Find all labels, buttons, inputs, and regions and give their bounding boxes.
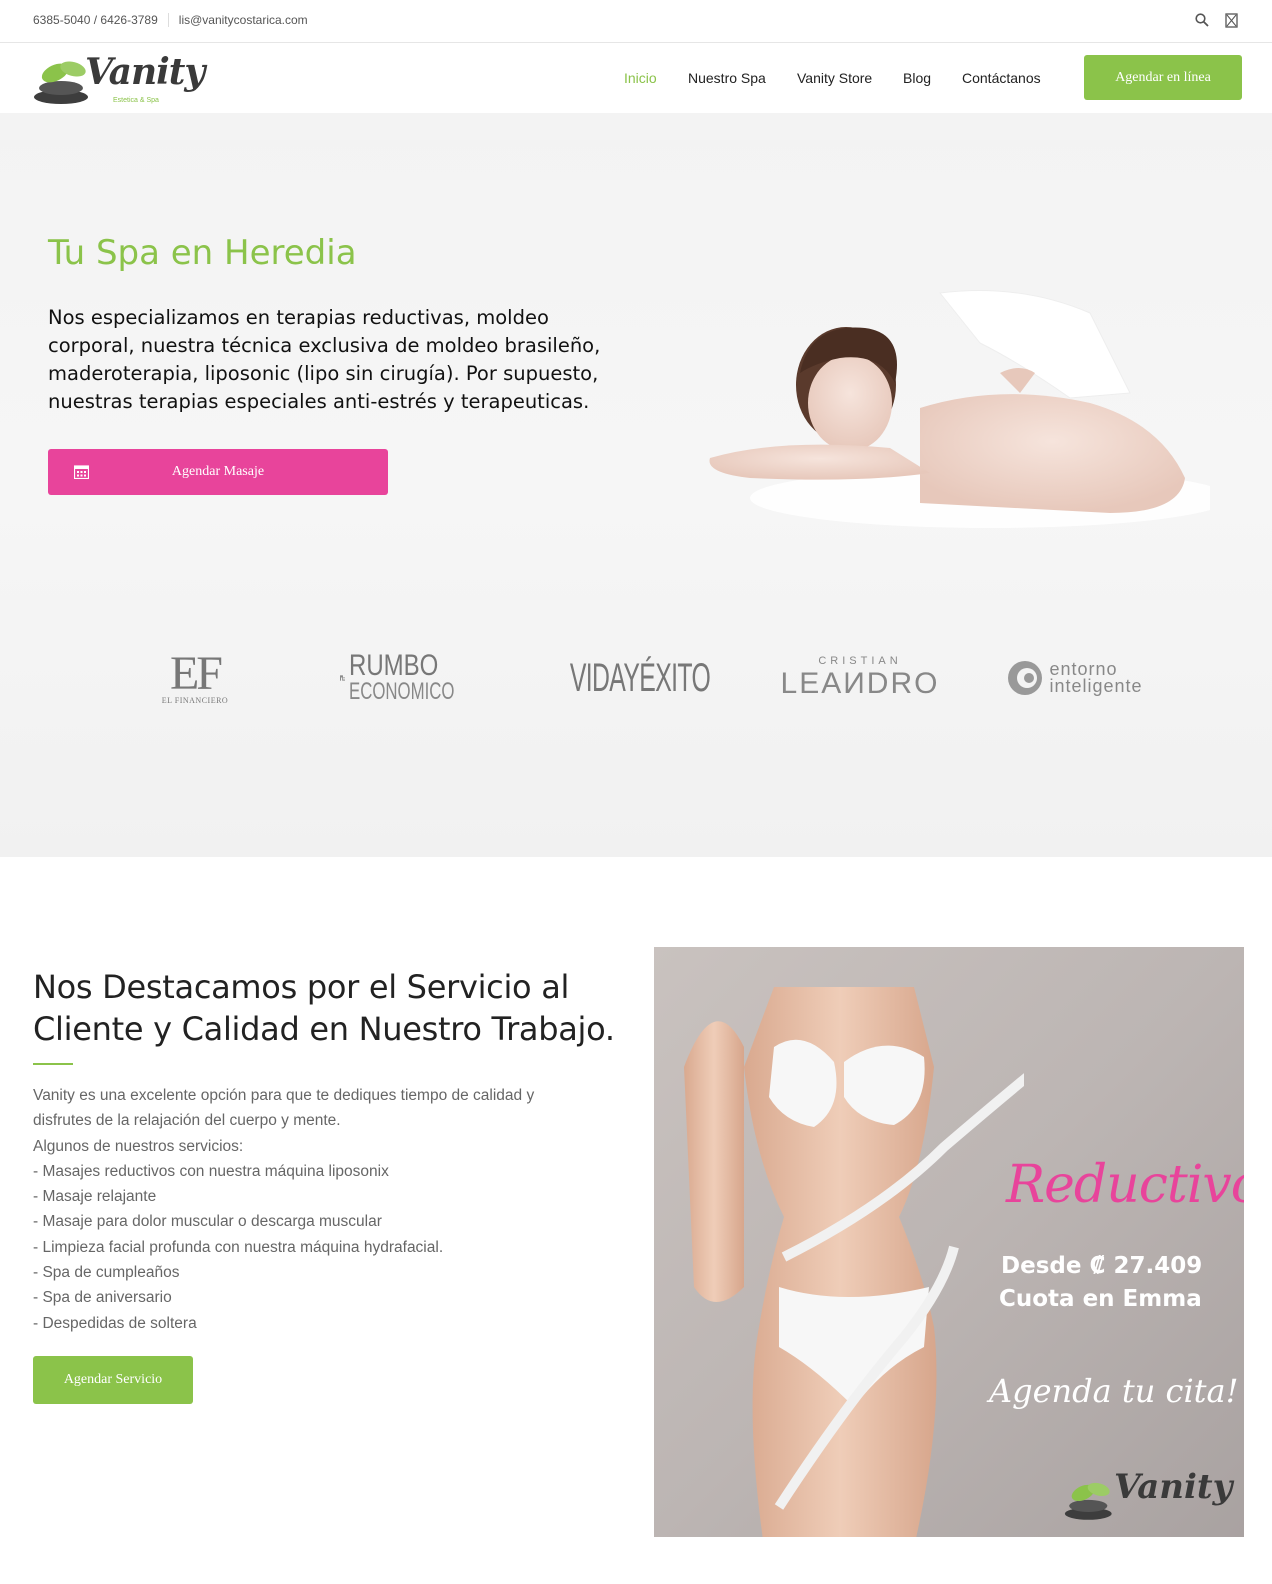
press-logo-cristian-leandro: CRISTIAN LEAИDRO (780, 643, 940, 713)
entorno-text: entorno (1049, 659, 1118, 679)
ef-logo-mark: EF (169, 646, 223, 700)
hero-description: Nos especializamos en terapias reductiva… (48, 306, 601, 413)
promo-call-to-action: Agenda tu cita! (989, 1372, 1239, 1410)
top-bar: 6385-5040 / 6426-3789 lis@vanitycostaric… (0, 0, 1272, 43)
promo-title: Reductivo (1006, 1155, 1244, 1215)
logo-wordmark: Vanity (85, 51, 205, 93)
rumbo-text: RUMBO (349, 649, 439, 682)
nav-nuestro-spa[interactable]: Nuestro Spa (688, 70, 766, 86)
calendar-icon (74, 465, 89, 479)
cristian-text: CRISTIAN (818, 655, 902, 667)
rumbo-logo-mark (340, 675, 346, 681)
search-icon[interactable] (1195, 13, 1209, 27)
massage-photo (709, 290, 1210, 528)
book-massage-label: Agendar Masaje (171, 464, 265, 479)
email-link[interactable]: lis@vanitycostarica.com (179, 13, 308, 27)
site-logo[interactable]: Vanity Estetica & Spa (33, 51, 205, 109)
service-item: - Spa de aniversario (33, 1289, 172, 1307)
nav-vanity-store[interactable]: Vanity Store (797, 70, 872, 86)
inteligente-text: inteligente (1049, 676, 1143, 696)
main-header: Vanity Estetica & Spa Inicio Nuestro Spa… (0, 43, 1272, 113)
service-item: - Limpieza facial profunda con nuestra m… (33, 1238, 444, 1256)
hero-title: Tu Spa en Heredia (48, 233, 357, 273)
hero-section: Tu Spa en Heredia Nos especializamos en … (0, 113, 1272, 857)
phone-numbers: 6385-5040 / 6426-3789 (33, 13, 158, 27)
promo-price: Desde ₡ 27.409 (1001, 1253, 1203, 1279)
nav-inicio[interactable]: Inicio (624, 70, 657, 86)
promo-quota: Cuota en Emma (999, 1286, 1202, 1312)
book-online-button[interactable]: Agendar en línea (1084, 55, 1242, 100)
logo-subtitle: Estetica & Spa (113, 97, 159, 104)
instagram-icon[interactable] (1225, 13, 1238, 28)
nav-blog[interactable]: Blog (903, 70, 931, 86)
press-logo-entorno-inteligente: entorno inteligente (995, 643, 1155, 713)
book-massage-button[interactable]: Agendar Masaje (48, 449, 388, 495)
contact-info: 6385-5040 / 6426-3789 lis@vanitycostaric… (33, 13, 308, 27)
economico-text: ECONOMICO (349, 678, 455, 705)
promo-banner-reductivo: Reductivo Desde ₡ 27.409 Cuota en Emma A… (654, 947, 1244, 1537)
stones-leaves-icon (1064, 1482, 1112, 1520)
services-list-title: Algunos de nuestros servicios: (33, 1137, 244, 1155)
intro-text: Vanity es una excelente opción para que … (33, 1087, 535, 1130)
divider (167, 13, 169, 27)
entorno-swirl-icon (1008, 661, 1043, 695)
service-item: - Masaje para dolor muscular o descarga … (33, 1213, 382, 1231)
service-item: - Masaje relajante (33, 1188, 157, 1206)
press-logo-el-financiero: EF EL FINANCIERO (150, 643, 240, 713)
service-item: - Despedidas de soltera (33, 1314, 197, 1332)
leandro-text: LEAИDRO (780, 667, 940, 700)
heading-underline (33, 1063, 73, 1065)
ef-logo-text: EL FINANCIERO (161, 695, 229, 705)
press-logo-vida-y-exito: VIDAYÉXITO (569, 655, 711, 700)
service-item: - Masajes reductivos con nuestra máquina… (33, 1162, 389, 1180)
promo-logo-wordmark: Vanity (1114, 1467, 1233, 1507)
service-item: - Spa de cumpleaños (33, 1264, 180, 1282)
model-figure-illustration (684, 987, 1024, 1537)
promo-logo: Vanity (1064, 1467, 1232, 1527)
stones-leaves-icon (34, 61, 88, 104)
press-logo-rumbo-economico: RUMBO ECONOMICO (340, 643, 500, 713)
features-heading: Nos Destacamos por el Servicio al Client… (33, 968, 615, 1048)
services-description: Vanity es una excelente opción para que … (33, 1083, 593, 1336)
book-service-button[interactable]: Agendar Servicio (33, 1356, 193, 1404)
nav-contactanos[interactable]: Contáctanos (962, 70, 1041, 86)
